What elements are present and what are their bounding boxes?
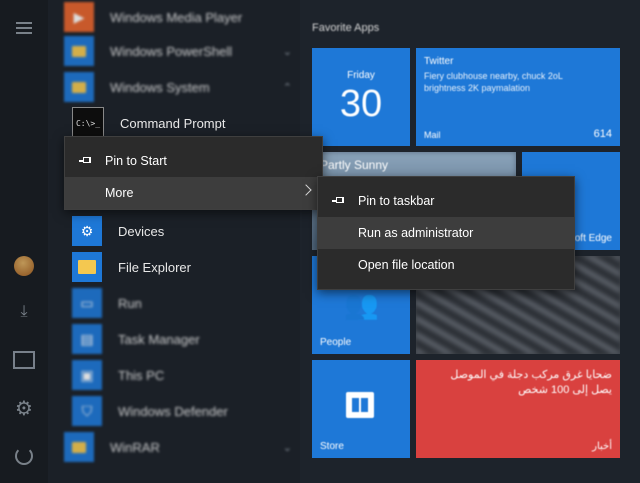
folder-icon — [64, 36, 94, 66]
app-folder-windows-powershell[interactable]: Windows PowerShell ⌄ — [64, 34, 300, 68]
app-label: Task Manager — [118, 331, 200, 347]
pictures-icon[interactable] — [12, 348, 36, 372]
app-label: Windows System — [110, 79, 210, 95]
menu-item-label: Pin to taskbar — [358, 194, 435, 208]
app-run[interactable]: ▭ Run — [72, 286, 308, 320]
user-avatar-icon[interactable] — [12, 254, 36, 278]
mail-tile[interactable]: Twitter Fiery clubhouse nearby, chuck 2o… — [416, 48, 620, 146]
menu-item-label: Pin to Start — [105, 154, 167, 168]
store-tile-label: Store — [320, 441, 344, 452]
app-file-explorer[interactable]: File Explorer — [72, 250, 308, 284]
context-menu: Pin to Start More — [64, 136, 323, 210]
store-tile[interactable]: Store — [312, 360, 410, 458]
chevron-down-icon: ⌄ — [282, 441, 292, 454]
media-player-icon: ▶ — [64, 2, 94, 32]
settings-gear-icon[interactable]: ⚙ — [12, 396, 36, 420]
devices-gear-icon: ⚙ — [72, 216, 102, 246]
app-this-pc[interactable]: ▣ This PC — [72, 358, 308, 392]
news-tile-label: أخبار — [592, 441, 612, 452]
menu-item-pin-to-taskbar[interactable]: Pin to taskbar — [318, 185, 574, 217]
app-command-prompt[interactable]: C:\>_ Command Prompt — [72, 106, 308, 140]
menu-item-pin-to-start[interactable]: Pin to Start — [65, 145, 322, 177]
menu-item-label: More — [105, 186, 134, 200]
people-tile-label: People — [320, 337, 352, 348]
chevron-down-icon: ⌄ — [282, 45, 292, 58]
app-windows-media-player[interactable]: ▶ Windows Media Player — [64, 0, 300, 34]
mail-tile-label: Mail — [424, 130, 441, 140]
app-list: ▶ Windows Media Player Windows PowerShel… — [48, 0, 300, 483]
people-icon: 👥 — [344, 289, 379, 320]
hamburger-menu-icon[interactable] — [12, 16, 36, 40]
task-manager-icon: ▤ — [72, 324, 102, 354]
news-headline: ضحايا غرق مركب دجلة في الموصل يصل إلى 10… — [450, 369, 612, 396]
app-label: Windows PowerShell — [110, 43, 233, 59]
calendar-day: Friday — [347, 70, 375, 81]
weather-condition: Partly Sunny — [320, 158, 389, 172]
app-folder-windows-system[interactable]: Windows System ⌃ — [64, 70, 300, 104]
downloads-icon[interactable]: ⤓ — [12, 300, 36, 324]
command-prompt-icon: C:\>_ — [72, 107, 104, 139]
store-bag-icon — [346, 392, 374, 418]
mail-sender: Twitter — [424, 56, 454, 67]
shield-icon: ⛉ — [72, 396, 102, 426]
menu-item-run-as-administrator[interactable]: Run as administrator — [318, 217, 574, 249]
run-icon: ▭ — [72, 288, 102, 318]
app-windows-defender[interactable]: ⛉ Windows Defender — [72, 394, 308, 428]
mail-preview: Fiery clubhouse nearby, chuck 2oL bright… — [424, 71, 563, 93]
power-icon[interactable] — [12, 444, 36, 468]
folder-icon — [64, 432, 94, 462]
tile-group-header: Favorite Apps — [312, 22, 380, 34]
app-label: Run — [118, 295, 142, 311]
app-label: Windows Media Player — [110, 9, 243, 25]
file-explorer-icon — [72, 252, 102, 282]
chevron-up-icon: ⌃ — [282, 81, 292, 94]
mail-count-badge: 614 — [593, 128, 612, 140]
computer-icon: ▣ — [72, 360, 102, 390]
app-label: Command Prompt — [120, 115, 226, 131]
app-label: WinRAR — [110, 439, 160, 455]
menu-item-label: Open file location — [358, 258, 455, 272]
app-folder-winrar[interactable]: WinRAR ⌄ — [64, 430, 300, 464]
chevron-right-icon — [300, 184, 312, 196]
app-label: Devices — [118, 223, 165, 239]
menu-item-open-file-location[interactable]: Open file location — [318, 249, 574, 281]
pin-icon — [332, 196, 348, 206]
app-task-manager[interactable]: ▤ Task Manager — [72, 322, 308, 356]
pin-icon — [79, 156, 95, 166]
calendar-date: 30 — [339, 83, 383, 125]
calendar-tile[interactable]: Friday 30 — [312, 48, 410, 146]
app-label: File Explorer — [118, 259, 191, 275]
folder-icon — [64, 72, 94, 102]
app-label: Windows Defender — [118, 403, 228, 419]
start-left-rail: ⤓ ⚙ — [0, 0, 48, 483]
app-devices[interactable]: ⚙ Devices — [72, 214, 308, 248]
news-tile[interactable]: ضحايا غرق مركب دجلة في الموصل يصل إلى 10… — [416, 360, 620, 458]
app-label: This PC — [118, 367, 165, 383]
menu-item-label: Run as administrator — [358, 226, 474, 240]
more-submenu: Pin to taskbar Run as administrator Open… — [317, 176, 575, 290]
menu-item-more[interactable]: More — [65, 177, 322, 209]
